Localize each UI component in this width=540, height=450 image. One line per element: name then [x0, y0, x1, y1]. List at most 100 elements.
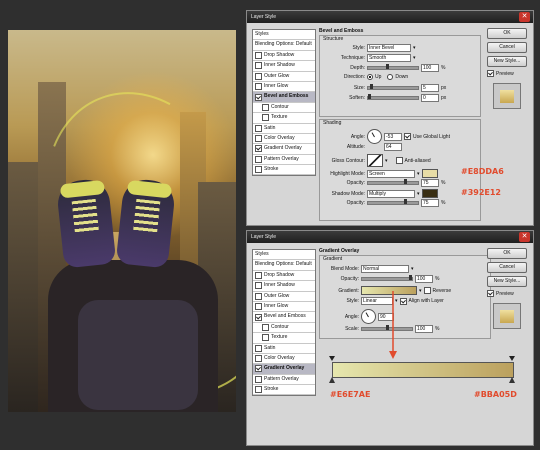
- style-checkbox[interactable]: [262, 334, 269, 342]
- styles-list-item[interactable]: Blending Options: Default: [253, 40, 315, 51]
- highlight-color-swatch[interactable]: [421, 169, 438, 178]
- style-checkbox[interactable]: [255, 282, 262, 290]
- styles-list-item[interactable]: Texture: [253, 113, 315, 124]
- style-checkbox[interactable]: [255, 355, 262, 363]
- highlight-opacity-slider[interactable]: [367, 179, 419, 185]
- new-style-button[interactable]: New Style...: [487, 56, 527, 67]
- direction-up-radio[interactable]: [367, 74, 373, 80]
- chevron-down-icon[interactable]: ▾: [413, 45, 416, 51]
- new-style-button[interactable]: New Style...: [487, 276, 527, 287]
- altitude-field[interactable]: 64: [384, 143, 402, 151]
- highlight-mode-select[interactable]: Screen: [367, 169, 415, 178]
- gloss-contour-picker[interactable]: [367, 154, 383, 167]
- ok-button[interactable]: OK: [487, 248, 527, 259]
- style-checkbox[interactable]: [255, 155, 262, 163]
- direction-down-radio[interactable]: [387, 74, 394, 80]
- highlight-opacity-field[interactable]: 75: [421, 179, 439, 187]
- depth-slider[interactable]: [367, 64, 419, 70]
- size-field[interactable]: 5: [421, 84, 439, 92]
- styles-list-item[interactable]: Gradient Overlay: [253, 364, 315, 375]
- style-checkbox[interactable]: [255, 271, 262, 279]
- style-checkbox[interactable]: [255, 62, 262, 70]
- style-checkbox[interactable]: [255, 135, 262, 143]
- style-checkbox[interactable]: [262, 323, 269, 331]
- style-checkbox[interactable]: [255, 51, 262, 59]
- styles-list-item[interactable]: Contour: [253, 323, 315, 334]
- styles-list-item[interactable]: Styles: [253, 250, 315, 261]
- style-checkbox[interactable]: [255, 166, 262, 174]
- cancel-button[interactable]: Cancel: [487, 262, 527, 273]
- styles-list-item[interactable]: Inner Shadow: [253, 281, 315, 292]
- preview-checkbox[interactable]: [487, 70, 494, 77]
- scale-field[interactable]: 100: [415, 325, 433, 333]
- styles-list-item[interactable]: Color Overlay: [253, 134, 315, 145]
- styles-list-item[interactable]: Inner Shadow: [253, 61, 315, 72]
- chevron-down-icon[interactable]: ▾: [419, 288, 422, 294]
- close-button[interactable]: ✕: [519, 12, 530, 22]
- style-checkbox[interactable]: [255, 365, 262, 373]
- styles-list-item[interactable]: Inner Glow: [253, 302, 315, 313]
- styles-list-item[interactable]: Stroke: [253, 165, 315, 176]
- anti-aliased-checkbox[interactable]: [395, 157, 403, 164]
- chevron-down-icon[interactable]: ▾: [411, 266, 414, 272]
- style-checkbox[interactable]: [255, 344, 262, 352]
- chevron-down-icon[interactable]: ▾: [417, 171, 420, 177]
- scale-slider[interactable]: [361, 325, 413, 331]
- soften-slider[interactable]: [367, 94, 419, 100]
- chevron-down-icon[interactable]: ▾: [417, 191, 420, 197]
- color-stop-left[interactable]: [329, 377, 335, 383]
- style-checkbox[interactable]: [255, 93, 262, 101]
- close-button[interactable]: ✕: [519, 232, 530, 242]
- shadow-color-swatch[interactable]: [421, 189, 438, 198]
- chevron-down-icon[interactable]: ▾: [413, 55, 416, 61]
- global-light-checkbox[interactable]: [404, 133, 411, 140]
- shadow-mode-select[interactable]: Multiply: [367, 189, 415, 198]
- style-checkbox[interactable]: [255, 303, 262, 311]
- style-checkbox[interactable]: [255, 145, 262, 153]
- styles-list-item[interactable]: Styles: [253, 30, 315, 41]
- gradient-editor-bar[interactable]: [332, 362, 514, 378]
- size-slider[interactable]: [367, 84, 419, 90]
- style-checkbox[interactable]: [255, 124, 262, 132]
- style-checkbox[interactable]: [255, 72, 262, 80]
- styles-list-item[interactable]: Outer Glow: [253, 292, 315, 302]
- angle-dial[interactable]: [367, 129, 382, 144]
- opacity-field[interactable]: 100: [415, 275, 433, 283]
- style-checkbox[interactable]: [262, 103, 269, 111]
- reverse-checkbox[interactable]: [423, 287, 431, 294]
- ok-button[interactable]: OK: [487, 28, 527, 39]
- styles-list-item[interactable]: Satin: [253, 344, 315, 354]
- style-checkbox[interactable]: [255, 83, 262, 91]
- shadow-opacity-slider[interactable]: [367, 199, 419, 205]
- styles-list-item[interactable]: Contour: [253, 103, 315, 114]
- styles-list-item[interactable]: Satin: [253, 124, 315, 134]
- styles-list-item[interactable]: Stroke: [253, 385, 315, 396]
- style-checkbox[interactable]: [255, 375, 262, 383]
- styles-list-item[interactable]: Inner Glow: [253, 82, 315, 93]
- styles-list-item[interactable]: Pattern Overlay: [253, 155, 315, 166]
- opacity-slider[interactable]: [361, 275, 413, 281]
- color-stop-right[interactable]: [509, 377, 515, 383]
- opacity-stop-right[interactable]: [509, 356, 515, 361]
- styles-list-item[interactable]: Texture: [253, 333, 315, 344]
- blend-mode-select[interactable]: Normal: [361, 265, 409, 273]
- soften-field[interactable]: 0: [421, 94, 439, 102]
- opacity-stop-left[interactable]: [329, 356, 335, 361]
- styles-list-item[interactable]: Drop Shadow: [253, 51, 315, 62]
- style-checkbox[interactable]: [255, 313, 262, 321]
- style-checkbox[interactable]: [255, 292, 262, 300]
- styles-list-item[interactable]: Bevel and Emboss: [253, 312, 315, 323]
- align-layer-checkbox[interactable]: [399, 297, 407, 305]
- styles-list-item[interactable]: Bevel and Emboss: [253, 92, 315, 103]
- styles-list-item[interactable]: Drop Shadow: [253, 271, 315, 282]
- depth-field[interactable]: 100: [421, 64, 439, 72]
- styles-list-item[interactable]: Pattern Overlay: [253, 375, 315, 386]
- styles-list-item[interactable]: Gradient Overlay: [253, 144, 315, 155]
- styles-list-item[interactable]: Outer Glow: [253, 72, 315, 82]
- shadow-opacity-field[interactable]: 75: [421, 199, 439, 207]
- technique-select[interactable]: Smooth: [367, 54, 411, 62]
- chevron-down-icon[interactable]: ▾: [385, 158, 388, 164]
- preview-checkbox[interactable]: [487, 290, 494, 297]
- styles-list-item[interactable]: Blending Options: Default: [253, 260, 315, 271]
- style-checkbox[interactable]: [262, 114, 269, 122]
